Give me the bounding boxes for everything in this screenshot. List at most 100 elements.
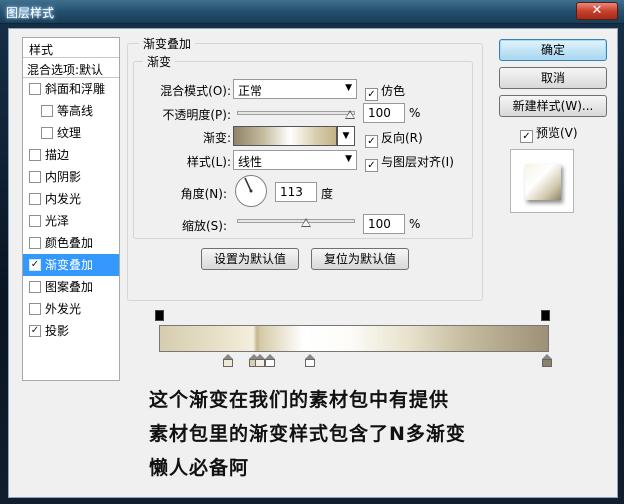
style-item-label: 渐变叠加 — [45, 258, 94, 272]
angle-label: 角度(N): — [180, 187, 227, 201]
scale-input[interactable]: 100 — [363, 214, 405, 234]
style-item-inner-shadow[interactable]: 内阴影 — [23, 166, 119, 188]
scale-percent: % — [409, 217, 421, 231]
style-item-stroke[interactable]: 描边 — [23, 144, 119, 166]
drop-shadow-checkbox[interactable]: ✓ — [29, 325, 41, 337]
opacity-stop-right[interactable] — [541, 310, 550, 321]
style-item-label: 内发光 — [45, 192, 82, 206]
bevel-checkbox[interactable] — [29, 83, 41, 95]
opacity-slider-thumb[interactable] — [345, 110, 355, 119]
style-item-bevel[interactable]: 斜面和浮雕 — [23, 78, 119, 100]
style-item-label: 投影 — [45, 324, 70, 338]
gradient-overlay-title: 渐变叠加 — [139, 35, 196, 52]
gradient-style-select[interactable]: 线性 ▼ — [233, 150, 357, 170]
style-item-drop-shadow[interactable]: ✓ 投影 — [23, 320, 119, 342]
cancel-button[interactable]: 取消 — [499, 67, 607, 89]
style-item-texture[interactable]: 纹理 — [23, 122, 119, 144]
align-label: 与图层对齐(I) — [381, 155, 454, 169]
opacity-stop-left[interactable] — [155, 310, 164, 321]
style-item-outer-glow[interactable]: 外发光 — [23, 298, 119, 320]
style-item-label: 描边 — [45, 148, 70, 162]
dither-checkbox[interactable]: ✓ 仿色 — [365, 82, 405, 101]
align-check-icon: ✓ — [365, 159, 378, 172]
color-overlay-checkbox[interactable] — [29, 237, 41, 249]
dialog-window: 图层样式 ✕ 样式 混合选项:默认 斜面和浮雕 等高线 纹理 描边 内阴影 内发… — [0, 0, 624, 504]
scale-slider[interactable] — [237, 219, 355, 223]
style-item-pattern-overlay[interactable]: 图案叠加 — [23, 276, 119, 298]
satin-checkbox[interactable] — [29, 215, 41, 227]
opacity-value: 100 — [368, 106, 391, 120]
chevron-down-icon: ▼ — [342, 131, 350, 141]
angle-value: 113 — [280, 185, 303, 199]
ok-button[interactable]: 确定 — [499, 39, 607, 61]
reverse-label: 反向(R) — [381, 131, 423, 145]
window-title: 图层样式 — [6, 6, 55, 20]
chevron-down-icon: ▼ — [345, 154, 352, 164]
angle-unit: 度 — [321, 187, 334, 201]
blend-mode-label: 混合模式(O): — [160, 84, 231, 98]
close-button[interactable]: ✕ — [576, 2, 618, 20]
chevron-down-icon: ▼ — [345, 83, 352, 93]
blend-mode-value: 正常 — [238, 84, 263, 98]
new-style-button[interactable]: 新建样式(W)... — [499, 95, 607, 117]
dither-check-icon: ✓ — [365, 88, 378, 101]
align-with-layer-checkbox[interactable]: ✓ 与图层对齐(I) — [365, 153, 454, 172]
dialog-body: 样式 混合选项:默认 斜面和浮雕 等高线 纹理 描边 内阴影 内发光 光泽 颜色… — [8, 28, 618, 498]
preview-thumbnail — [525, 164, 561, 200]
gradient-picker-button[interactable]: ▼ — [337, 126, 355, 146]
gradient-style-value: 线性 — [238, 155, 263, 169]
style-item-label: 图案叠加 — [45, 280, 94, 294]
gradient-swatch[interactable] — [233, 126, 337, 146]
style-item-satin[interactable]: 光泽 — [23, 210, 119, 232]
scale-value: 100 — [368, 217, 391, 231]
contour-checkbox[interactable] — [41, 105, 53, 117]
preview-checkbox[interactable]: ✓ 预览(V) — [520, 124, 578, 143]
style-item-label: 颜色叠加 — [45, 236, 94, 250]
style-item-contour[interactable]: 等高线 — [23, 100, 119, 122]
color-stop[interactable] — [223, 354, 233, 367]
style-list: 样式 混合选项:默认 斜面和浮雕 等高线 纹理 描边 内阴影 内发光 光泽 颜色… — [22, 37, 120, 381]
style-item-inner-glow[interactable]: 内发光 — [23, 188, 119, 210]
opacity-slider[interactable] — [237, 111, 355, 115]
stroke-checkbox[interactable] — [29, 149, 41, 161]
scale-slider-thumb[interactable] — [301, 218, 311, 227]
inner-glow-checkbox[interactable] — [29, 193, 41, 205]
preview-label: 预览(V) — [536, 126, 578, 140]
color-stop[interactable] — [265, 354, 275, 367]
style-item-label: 外发光 — [45, 302, 82, 316]
inner-shadow-checkbox[interactable] — [29, 171, 41, 183]
style-item-label: 等高线 — [57, 104, 94, 118]
title-bar[interactable]: 图层样式 ✕ — [0, 0, 624, 24]
angle-input[interactable]: 113 — [275, 182, 317, 202]
gradient-group-title: 渐变 — [143, 53, 176, 70]
preview-check-icon: ✓ — [520, 130, 533, 143]
color-stop[interactable] — [542, 354, 552, 367]
set-default-button[interactable]: 设置为默认值 — [201, 248, 299, 270]
style-label: 样式(L): — [186, 155, 231, 169]
gradient-bar[interactable] — [159, 325, 549, 352]
angle-dial[interactable] — [235, 175, 267, 207]
style-item-gradient-overlay[interactable]: ✓ 渐变叠加 — [23, 254, 119, 276]
color-stop[interactable] — [305, 354, 315, 367]
note-line-2: 素材包里的渐变样式包含了N多渐变 — [149, 423, 466, 445]
pattern-overlay-checkbox[interactable] — [29, 281, 41, 293]
texture-checkbox[interactable] — [41, 127, 53, 139]
scale-label: 缩放(S): — [181, 219, 227, 233]
reset-default-button[interactable]: 复位为默认值 — [311, 248, 409, 270]
opacity-label: 不透明度(P): — [162, 108, 231, 122]
reverse-checkbox[interactable]: ✓ 反向(R) — [365, 129, 423, 148]
style-item-label: 斜面和浮雕 — [45, 82, 106, 96]
blend-options-item[interactable]: 混合选项:默认 — [23, 58, 119, 78]
outer-glow-checkbox[interactable] — [29, 303, 41, 315]
style-preview — [510, 149, 574, 213]
opacity-input[interactable]: 100 — [363, 103, 405, 123]
color-stop[interactable] — [255, 354, 265, 367]
style-item-color-overlay[interactable]: 颜色叠加 — [23, 232, 119, 254]
gradient-overlay-checkbox[interactable]: ✓ — [29, 259, 41, 271]
blend-mode-select[interactable]: 正常 ▼ — [233, 79, 357, 99]
style-item-label: 光泽 — [45, 214, 70, 228]
note-line-3: 懒人必备阿 — [149, 457, 250, 479]
reverse-check-icon: ✓ — [365, 135, 378, 148]
style-list-header[interactable]: 样式 — [23, 38, 119, 58]
gradient-label: 渐变: — [202, 131, 231, 145]
